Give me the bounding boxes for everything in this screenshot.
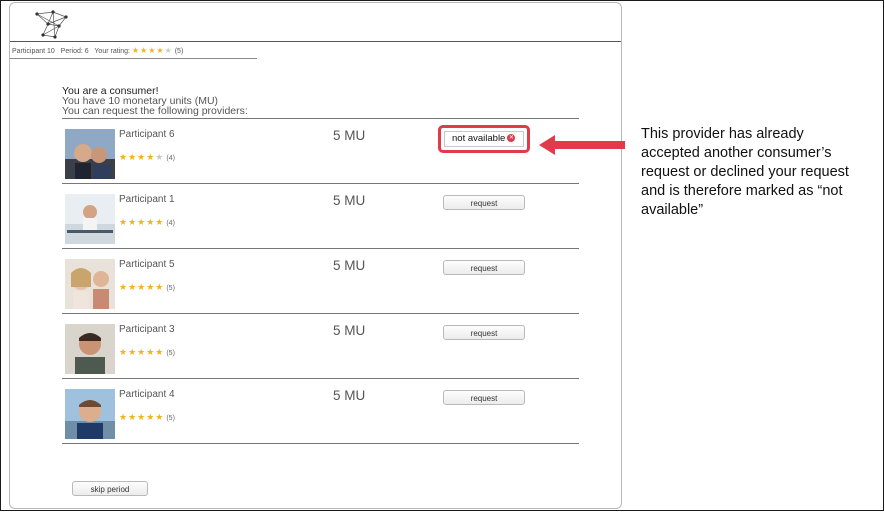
network-logo-icon [35,10,68,39]
provider-photo [65,129,115,179]
not-available-highlight: not available ✕ [438,125,530,153]
rating-count: (5) [166,415,175,422]
provider-list-heading: You can request the following providers: [62,105,248,117]
header-divider [10,41,621,42]
provider-rating: ★★★★★ (4) [119,152,175,163]
provider-price: 5 MU [333,193,366,208]
skip-period-button[interactable]: skip period [72,481,148,496]
rating-stars-full: ★★★★★ [119,412,165,422]
rating-count: (4) [166,155,175,162]
provider-price: 5 MU [333,388,366,403]
provider-rating: ★★★★★ (5) [119,347,175,358]
rating-stars-full: ★★★★★ [119,347,165,357]
rating-stars-full: ★★★★★ [119,217,165,227]
provider-row: Participant 4 ★★★★★ (5) 5 MU request [62,379,579,444]
provider-row: Participant 1 ★★★★★ (4) 5 MU request [62,184,579,249]
rating-count: (5) [166,285,175,292]
provider-rating: ★★★★★ (5) [119,282,175,293]
provider-price: 5 MU [333,128,366,143]
rating-stars-full: ★★★★★ [119,282,165,292]
arrow-left-icon [539,135,625,155]
status-underline [10,58,257,59]
rating-label: Your rating: [94,48,130,55]
rating-count: (5) [174,48,184,55]
provider-photo [65,324,115,374]
not-available-label: not available ✕ [444,131,524,147]
status-bar: Participant 10 Period: 6 Your rating: ★★… [12,46,183,55]
provider-price: 5 MU [333,323,366,338]
provider-name: Participant 5 [119,259,175,270]
rating-star-empty: ★ [164,46,173,55]
rating-stars: ★★★★ [131,46,165,55]
provider-photo [65,389,115,439]
period-label: Period: 6 [60,48,89,55]
rating-count: (5) [166,350,175,357]
rating-stars-empty: ★ [155,152,165,162]
provider-name: Participant 6 [119,129,175,140]
request-button[interactable]: request [443,390,525,405]
not-available-text: not available [452,133,506,144]
provider-photo [65,194,115,244]
rating-stars-full: ★★★★ [119,152,156,162]
provider-photo [65,259,115,309]
provider-name: Participant 3 [119,324,175,335]
provider-row: Participant 5 ★★★★★ (5) 5 MU request [62,249,579,314]
request-button[interactable]: request [443,195,525,210]
provider-rating: ★★★★★ (4) [119,217,175,228]
request-button[interactable]: request [443,325,525,340]
provider-row: Participant 3 ★★★★★ (5) 5 MU request [62,314,579,379]
request-button[interactable]: request [443,260,525,275]
participant-id: Participant 10 [12,48,55,55]
provider-row: Participant 6 ★★★★★ (4) 5 MU not availabl… [62,119,579,184]
row-divider [62,443,579,444]
intro-text: You are a consumer! You have 10 monetary… [62,86,248,117]
provider-rating: ★★★★★ (5) [119,412,175,423]
annotation-text: This provider has already accepted anoth… [641,126,849,218]
rating-count: (4) [166,220,175,227]
provider-name: Participant 4 [119,389,175,400]
provider-price: 5 MU [333,258,366,273]
close-icon: ✕ [507,134,516,143]
provider-name: Participant 1 [119,194,175,205]
